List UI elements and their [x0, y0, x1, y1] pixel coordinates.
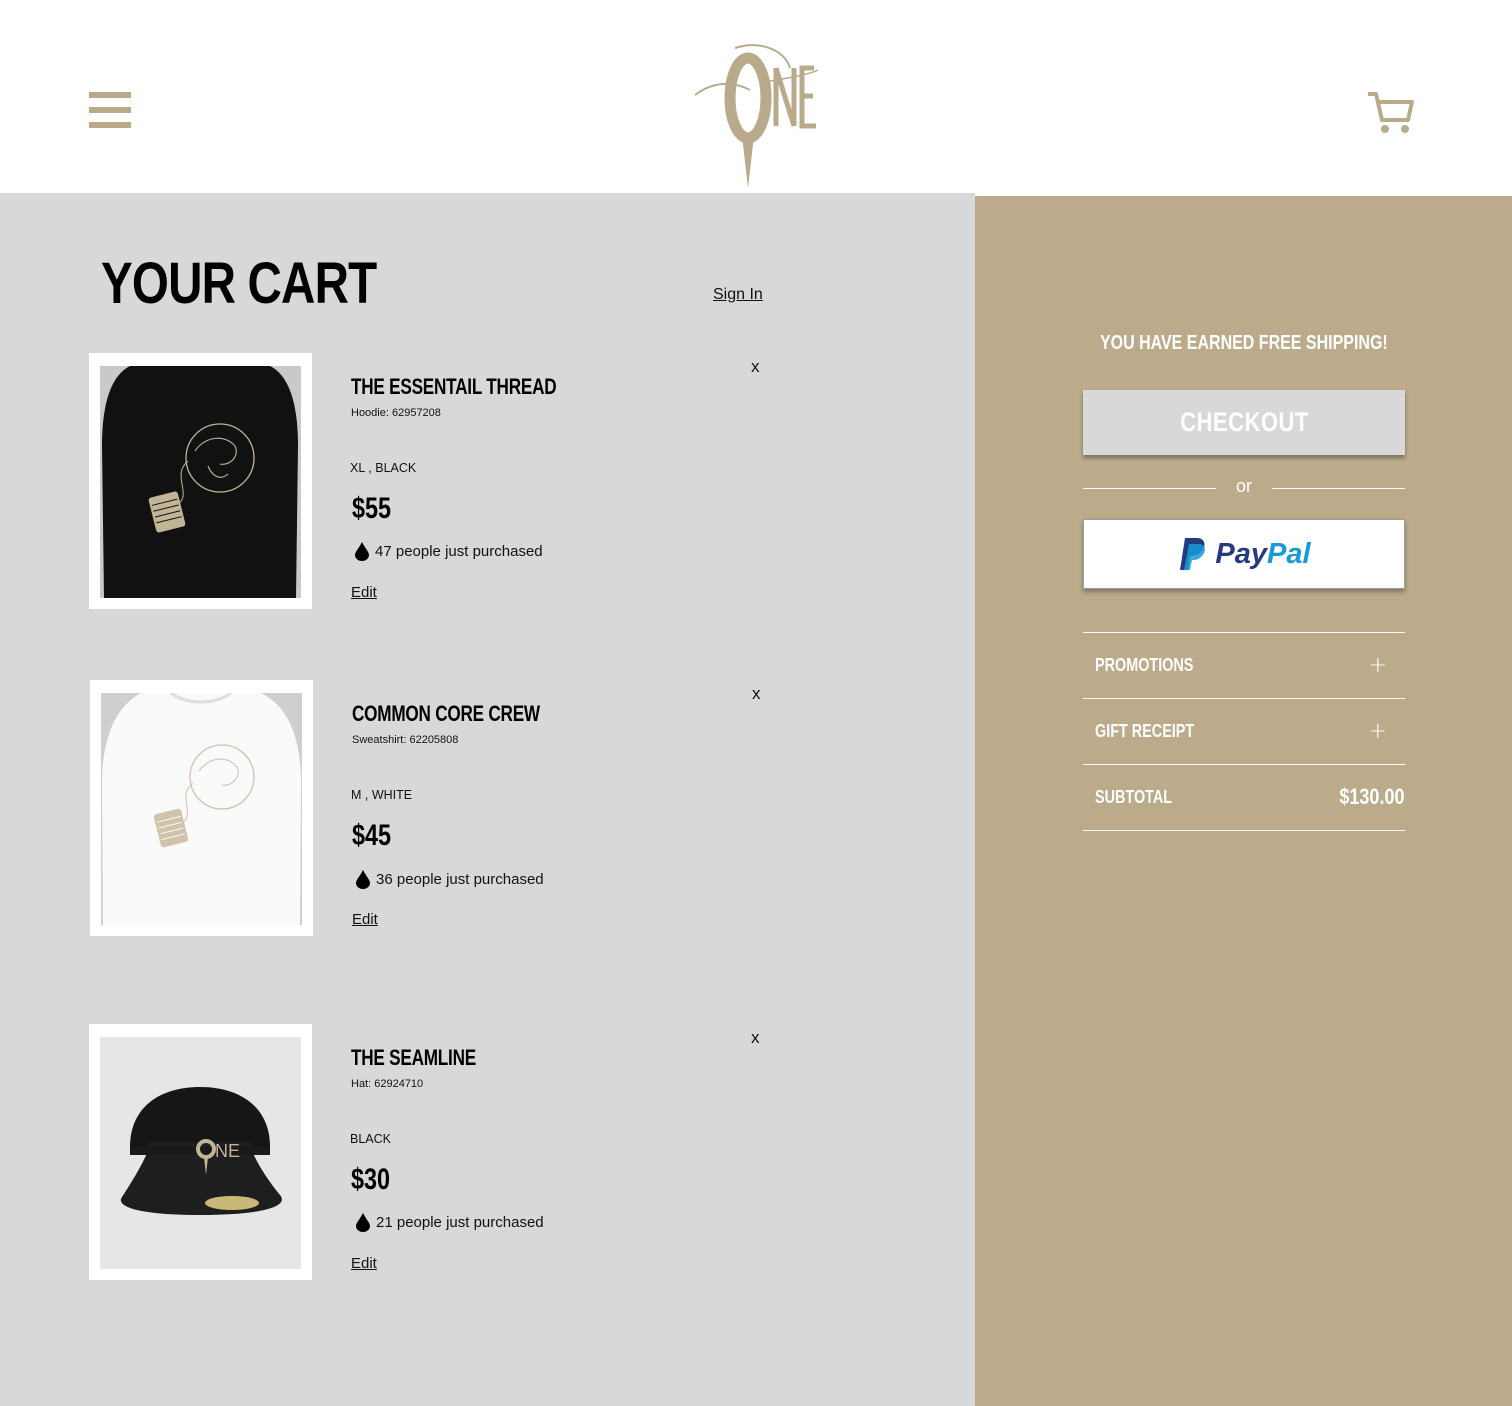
purchase-count-text: 36 people just purchased [376, 870, 544, 888]
sign-in-link[interactable]: Sign In [713, 286, 763, 304]
purchase-count-text: 21 people just purchased [376, 1213, 544, 1231]
free-shipping-message: YOU HAVE EARNED FREE SHIPPING! [975, 332, 1512, 355]
paypal-pay: Pay [1215, 537, 1268, 570]
summary-divider [1083, 830, 1405, 831]
svg-text:NE: NE [215, 1141, 240, 1161]
product-variant: XL , BLACK [350, 461, 417, 475]
purchase-count: 21 people just purchased [355, 1212, 544, 1232]
subtotal-row: SUBTOTAL $130.00 [1083, 764, 1405, 830]
product-name[interactable]: THE SEAMLINE [351, 1045, 476, 1071]
promotions-row[interactable]: PROMOTIONS + [1083, 632, 1405, 698]
remove-item-button[interactable]: x [751, 357, 760, 377]
subtotal-label: SUBTOTAL [1095, 787, 1173, 807]
product-sku: Sweatshirt: 62205808 [352, 734, 459, 746]
edit-link[interactable]: Edit [352, 911, 378, 928]
product-price: $30 [351, 1163, 391, 1196]
hamburger-menu-icon[interactable] [89, 92, 131, 128]
one-logo[interactable] [690, 40, 825, 192]
purchase-count: 47 people just purchased [354, 541, 543, 561]
product-name[interactable]: THE ESSENTAIL THREAD [351, 374, 557, 400]
paypal-wordmark: PayPal [1215, 538, 1310, 571]
or-text: or [1235, 476, 1252, 496]
product-variant: BLACK [350, 1132, 391, 1146]
droplet-icon [355, 542, 369, 561]
or-divider: or [1083, 476, 1405, 500]
checkout-button[interactable]: CHECKOUT [1083, 390, 1405, 455]
purchase-count-text: 47 people just purchased [375, 542, 543, 560]
plus-icon[interactable]: + [1369, 653, 1387, 678]
free-shipping-text: YOU HAVE EARNED FREE SHIPPING! [1099, 332, 1388, 354]
plus-icon[interactable]: + [1369, 719, 1387, 744]
product-variant: M , WHITE [351, 788, 413, 802]
remove-item-button[interactable]: x [751, 1028, 760, 1048]
product-sku: Hat: 62924710 [351, 1078, 424, 1090]
site-header [0, 0, 1512, 193]
product-sku: Hoodie: 62957208 [351, 407, 441, 419]
page-title: YOUR CART [101, 251, 377, 316]
paypal-logo-icon [1180, 538, 1206, 570]
subtotal-value: $130.00 [1339, 784, 1405, 809]
product-price: $55 [352, 492, 392, 525]
checkout-label: CHECKOUT [1179, 407, 1309, 437]
gift-receipt-row[interactable]: GIFT RECEIPT + [1083, 698, 1405, 764]
remove-item-button[interactable]: x [752, 684, 761, 704]
edit-link[interactable]: Edit [351, 1255, 377, 1272]
shopping-cart-icon[interactable] [1366, 90, 1416, 136]
promotions-label: PROMOTIONS [1095, 655, 1194, 675]
product-image[interactable] [89, 353, 312, 609]
product-image[interactable]: NE [89, 1024, 312, 1280]
paypal-button[interactable]: PayPal [1083, 519, 1405, 589]
paypal-pal: Pal [1267, 537, 1311, 570]
purchase-count: 36 people just purchased [355, 869, 544, 889]
product-image[interactable] [90, 680, 313, 936]
gift-receipt-label: GIFT RECEIPT [1095, 721, 1195, 741]
droplet-icon [356, 1213, 370, 1232]
product-price: $45 [352, 819, 392, 852]
product-name[interactable]: COMMON CORE CREW [352, 701, 540, 727]
droplet-icon [356, 870, 370, 889]
edit-link[interactable]: Edit [351, 584, 377, 601]
